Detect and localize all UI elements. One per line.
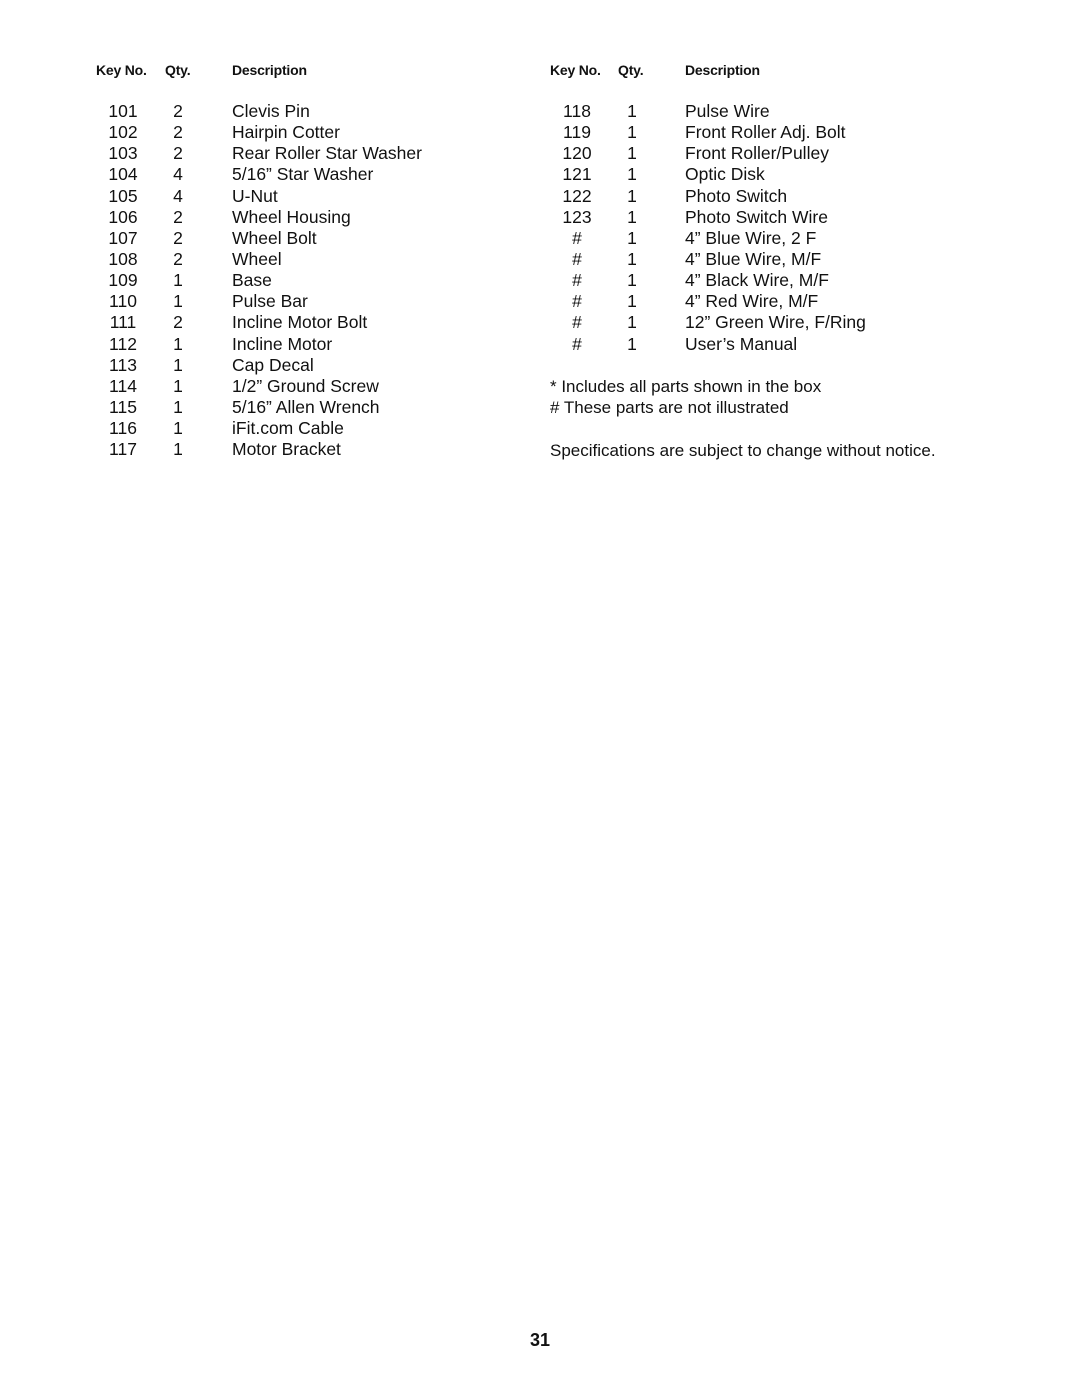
table-row: #1 User’s Manual <box>0 334 1080 355</box>
qty: 1 <box>627 185 637 206</box>
description: Front Roller Adj. Bolt <box>685 122 846 143</box>
description: 12” Green Wire, F/Ring <box>685 312 866 333</box>
header-description-right: Description <box>685 62 760 78</box>
description: 4” Red Wire, M/F <box>685 291 819 312</box>
key-no: 118 <box>563 101 591 121</box>
description: Motor Bracket <box>232 439 341 460</box>
table-row: 118 1 Pulse Wire <box>0 101 1080 122</box>
table-row: 120 1 Front Roller/Pulley <box>0 143 1080 164</box>
key-no: 119 <box>563 122 591 143</box>
table-row: 119 1 Front Roller Adj. Bolt <box>0 122 1080 143</box>
page-number: 31 <box>529 1330 551 1350</box>
description: Pulse Wire <box>685 101 770 121</box>
key-no: 123 <box>562 206 592 227</box>
description: 4” Black Wire, M/F <box>685 270 829 291</box>
qty: 1 <box>627 312 637 333</box>
key-no: 115 <box>109 396 137 417</box>
table-row: #1 4” Blue Wire, 2 F <box>0 228 1080 249</box>
table-row: 115 1 5/16” Allen Wrench <box>0 397 540 418</box>
table-row: 117 1 Motor Bracket <box>0 439 540 460</box>
description: Photo Switch <box>685 185 788 206</box>
qty: 1 <box>627 122 637 143</box>
table-row: 122 1 Photo Switch <box>0 186 1080 207</box>
description: 5/16” Allen Wrench <box>232 396 380 417</box>
table-row: 116 1 iFit.com Cable <box>0 418 540 439</box>
key-no: # <box>572 312 582 333</box>
qty: 1 <box>627 291 637 312</box>
key-no: 117 <box>109 439 137 460</box>
header-key-no-left: Key No. <box>96 62 147 78</box>
key-no: 120 <box>562 143 592 164</box>
qty: 1 <box>173 354 183 375</box>
key-no: # <box>572 270 582 291</box>
header-description-left: Description <box>232 62 307 78</box>
qty: 1 <box>173 418 183 439</box>
qty: 1 <box>173 396 183 417</box>
table-row: #1 4” Red Wire, M/F <box>0 291 1080 312</box>
qty: 1 <box>627 164 637 185</box>
note-includes-all-parts: * Includes all parts shown in the box <box>550 377 822 396</box>
qty: 1 <box>627 206 637 227</box>
key-no: # <box>572 227 582 248</box>
key-no: # <box>572 333 582 354</box>
key-no: 121 <box>562 164 592 185</box>
qty: 1 <box>627 143 637 164</box>
table-row: 113 1 Cap Decal <box>0 355 540 376</box>
description: Front Roller/Pulley <box>685 143 829 164</box>
qty: 1 <box>627 270 637 291</box>
key-no: 114 <box>109 375 137 396</box>
description: Optic Disk <box>685 164 765 185</box>
key-no: # <box>572 291 582 312</box>
qty: 1 <box>627 227 637 248</box>
table-row: #1 4” Blue Wire, M/F <box>0 249 1080 270</box>
note-specifications: Specifications are subject to change wit… <box>550 441 936 460</box>
table-row: 121 1 Optic Disk <box>0 164 1080 185</box>
qty: 1 <box>627 248 637 269</box>
description: 4” Blue Wire, 2 F <box>685 227 817 248</box>
key-no: 116 <box>109 418 137 439</box>
header-key-no-right: Key No. <box>550 62 601 78</box>
key-no: 122 <box>562 185 592 206</box>
note-not-illustrated: # These parts are not illustrated <box>550 398 789 417</box>
description: iFit.com Cable <box>232 418 344 439</box>
qty: 1 <box>173 375 183 396</box>
header-qty-right: Qty. <box>618 62 644 78</box>
header-qty-left: Qty. <box>165 62 191 78</box>
key-no: # <box>572 248 582 269</box>
qty: 1 <box>173 439 183 460</box>
description: 1/2” Ground Screw <box>232 375 379 396</box>
table-row: 114 1 1/2” Ground Screw <box>0 376 540 397</box>
table-row: #1 12” Green Wire, F/Ring <box>0 312 1080 333</box>
description: Photo Switch Wire <box>685 206 828 227</box>
parts-list-right: 118 1 Pulse Wire 119 1 Front Roller Adj. Bolt… <box>0 101 1080 355</box>
table-row: #1 4” Black Wire, M/F <box>0 270 1080 291</box>
description: 4” Blue Wire, M/F <box>685 248 822 269</box>
qty: 1 <box>627 101 637 121</box>
description: User’s Manual <box>685 333 798 354</box>
description: Cap Decal <box>232 354 314 375</box>
qty: 1 <box>627 333 637 354</box>
key-no: 113 <box>109 354 137 375</box>
table-row: 123 1 Photo Switch Wire <box>0 207 1080 228</box>
